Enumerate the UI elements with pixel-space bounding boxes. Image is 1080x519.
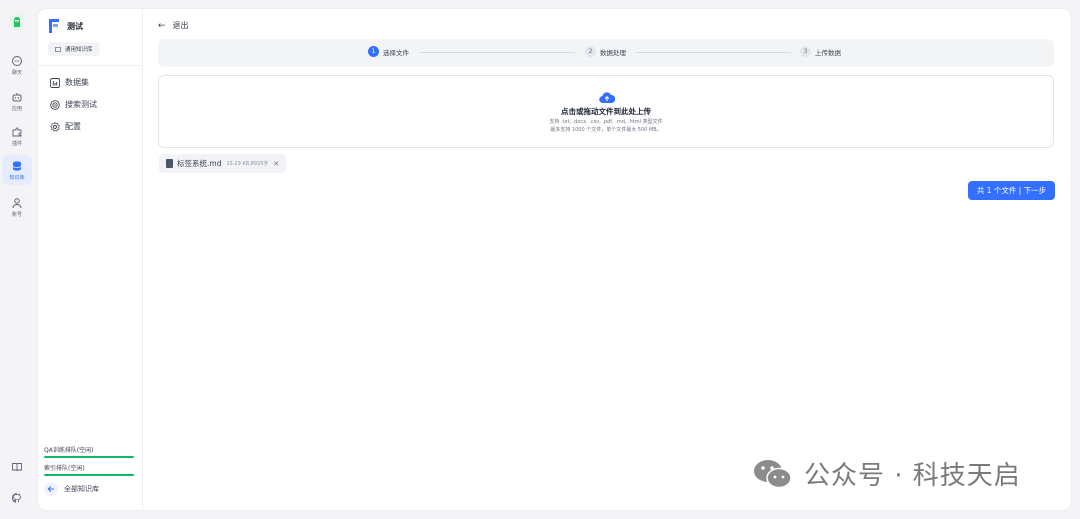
step-number: 3 — [800, 46, 811, 57]
index-queue-progress — [44, 474, 134, 476]
all-knowledge-label: 全部知识库 — [64, 485, 99, 493]
rail-item-knowledge[interactable]: 知识库 — [2, 155, 32, 185]
github-icon — [11, 493, 21, 503]
file-meta: 15.29 KB,8925字 — [226, 161, 269, 167]
step-upload-data: 3 上传数据 — [800, 46, 841, 57]
index-queue-label: 索引排队(空闲) — [44, 465, 85, 472]
rail-github-button[interactable] — [2, 483, 32, 513]
step-label: 选择文件 — [383, 48, 409, 57]
kb-type-badge: 通用知识库 — [48, 42, 100, 56]
import-content: ← 退出 1 选择文件 2 数据处理 3 上传数据 点击或拖动文件到此处上传 支… — [142, 9, 1071, 510]
remove-file-icon[interactable]: ✕ — [273, 160, 279, 168]
file-name: 标签系统.md — [177, 159, 222, 168]
upload-cloud-icon — [599, 89, 616, 104]
wechat-logo-icon — [752, 456, 794, 492]
gear-icon — [50, 121, 60, 132]
step-connector — [636, 52, 791, 53]
rail-item-account[interactable]: 账号 — [2, 192, 32, 222]
import-steps: 1 选择文件 2 数据处理 3 上传数据 — [158, 39, 1054, 67]
user-icon — [12, 197, 22, 208]
next-step-button[interactable]: 共 1 个文件 | 下一步 — [968, 181, 1055, 200]
all-knowledge-button[interactable]: 全部知识库 — [44, 482, 99, 496]
exit-button[interactable]: ← 退出 — [158, 20, 189, 31]
robot-icon — [12, 92, 22, 101]
step-number: 2 — [585, 46, 596, 57]
rail-label-knowledge: 知识库 — [9, 174, 25, 181]
sidebar-item-label: 配置 — [65, 122, 81, 131]
step-label: 上传数据 — [815, 48, 841, 57]
main-card: 测试 通用知识库 数据集 搜索测试 配置 QA训练排队(空闲) 索引排队(空闲) — [38, 9, 1071, 510]
table-icon — [50, 77, 60, 88]
index-queue-status: 索引排队(空闲) — [44, 463, 134, 476]
kb-title: 测试 — [67, 21, 83, 31]
watermark-text: 公众号 · 科技天启 — [804, 461, 1021, 491]
sidebar-item-label: 数据集 — [65, 78, 89, 87]
sidebar-item-label: 搜索测试 — [65, 100, 97, 109]
chat-icon — [12, 55, 22, 66]
puzzle-icon — [12, 127, 22, 136]
database-icon — [12, 160, 22, 171]
rail-label-account: 账号 — [11, 211, 22, 218]
rail-item-plugins[interactable]: 插件 — [2, 121, 32, 151]
qa-queue-label: QA训练排队(空闲) — [44, 447, 94, 454]
kb-logo-icon — [48, 18, 61, 34]
sidebar-divider — [38, 65, 142, 66]
rail-label-plugins: 插件 — [11, 140, 22, 147]
app-logo — [9, 14, 25, 30]
app-rail: 聊天 应用 插件 知识库 账号 — [0, 0, 34, 519]
step-label: 数据处理 — [600, 48, 626, 57]
step-data-processing: 2 数据处理 — [585, 46, 626, 57]
file-dropzone[interactable]: 点击或拖动文件到此处上传 支持 .txt, .docx, .csv, .pdf,… — [158, 75, 1054, 148]
kb-sidebar: 测试 通用知识库 数据集 搜索测试 配置 QA训练排队(空闲) 索引排队(空闲) — [38, 9, 143, 510]
arrow-left-icon — [44, 482, 58, 496]
rail-item-apps[interactable]: 应用 — [2, 86, 32, 116]
sidebar-item-config[interactable]: 配置 — [50, 121, 81, 132]
selected-file-chip: 标签系统.md 15.29 KB,8925字 ✕ — [159, 154, 287, 173]
book-icon — [12, 463, 22, 472]
qa-queue-progress — [44, 456, 134, 458]
rail-label-apps: 应用 — [11, 105, 22, 112]
rail-label-chat: 聊天 — [11, 69, 22, 76]
dropzone-title: 点击或拖动文件到此处上传 — [561, 107, 651, 116]
step-connector — [420, 52, 575, 53]
rail-item-chat[interactable]: 聊天 — [2, 50, 32, 80]
step-select-file: 1 选择文件 — [368, 46, 409, 57]
target-icon — [50, 99, 60, 110]
file-icon — [166, 159, 173, 168]
sidebar-item-search-test[interactable]: 搜索测试 — [50, 99, 97, 110]
arrow-left-icon: ← — [158, 20, 166, 31]
step-number: 1 — [368, 46, 379, 57]
qa-queue-status: QA训练排队(空闲) — [44, 445, 134, 458]
dropzone-limit: 最多支持 1000 个文件，单个文件最大 500 MB。 — [550, 127, 662, 133]
watermark: 公众号 · 科技天启 — [752, 455, 1021, 492]
sidebar-item-dataset[interactable]: 数据集 — [50, 77, 89, 88]
kb-header: 测试 — [48, 18, 83, 34]
kb-type-label: 通用知识库 — [65, 47, 93, 53]
exit-label: 退出 — [172, 21, 189, 30]
list-icon — [55, 46, 61, 52]
dropzone-supported-types: 支持 .txt, .docx, .csv, .pdf, .md, .html 类… — [549, 119, 663, 125]
rail-docs-button[interactable] — [2, 452, 32, 482]
